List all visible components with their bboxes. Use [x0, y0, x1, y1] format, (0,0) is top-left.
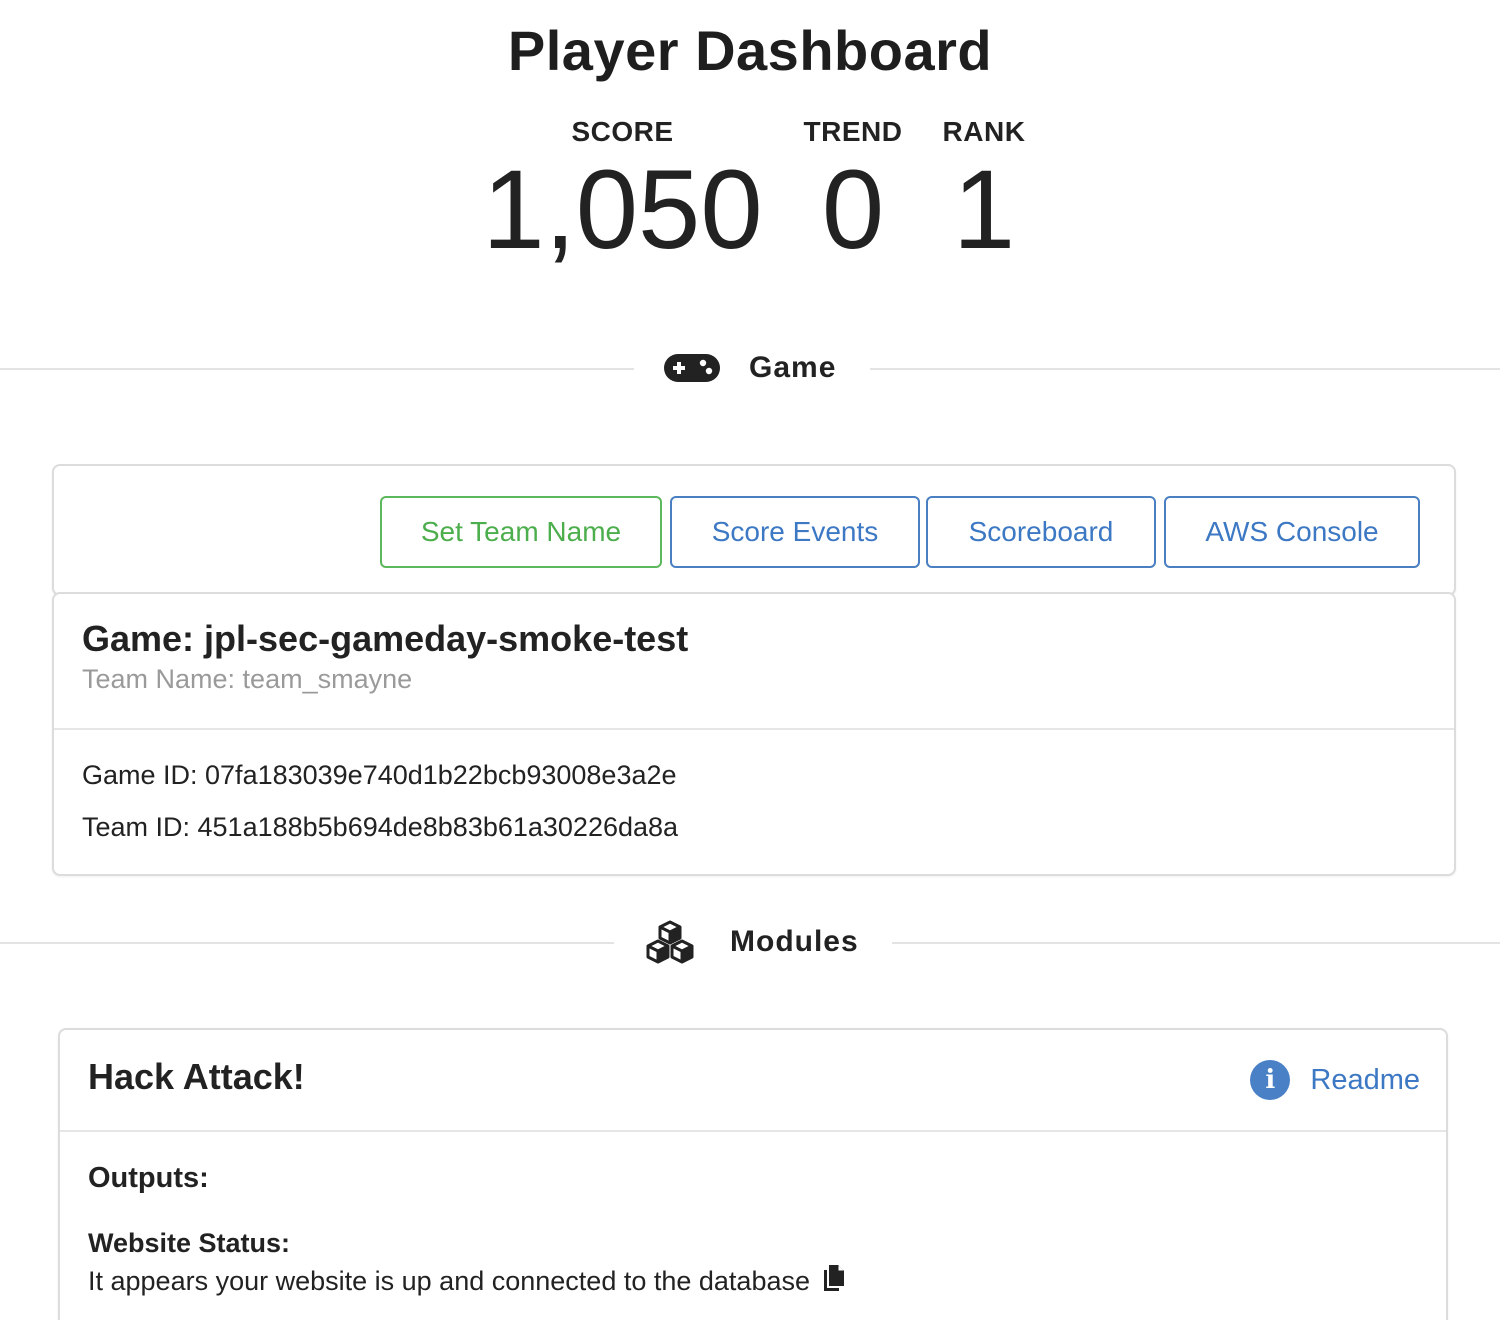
divider-line — [0, 942, 614, 944]
module-card: Hack Attack! i Readme Outputs: Website S… — [58, 1028, 1448, 1320]
divider-line — [0, 368, 634, 370]
game-info-card: Game: jpl-sec-gameday-smoke-test Team Na… — [52, 592, 1456, 876]
game-section-divider: Game — [0, 338, 1500, 398]
info-icon: i — [1250, 1060, 1291, 1100]
modules-section-title: Modules — [730, 925, 859, 958]
team-name: Team Name: team_smayne — [82, 664, 413, 694]
game-section-title: Game — [749, 351, 837, 384]
game-id: Game ID: 07fa183039e740d1b22bcb93008e3a2… — [82, 760, 677, 790]
score-value: 1,050 — [482, 147, 763, 272]
team-id: Team ID: 451a188b5b694de8b83b61a30226da8… — [82, 812, 679, 842]
module-title: Hack Attack! — [88, 1056, 305, 1097]
readme-link[interactable]: i Readme — [1250, 1058, 1420, 1102]
score-events-button[interactable]: Score Events — [670, 496, 920, 568]
game-title: Game: jpl-sec-gameday-smoke-test — [82, 618, 689, 659]
trend-label: TREND — [803, 116, 903, 147]
trend-stat: TREND 0 — [800, 116, 906, 266]
outputs-label: Outputs: — [88, 1162, 209, 1194]
gamepad-icon — [663, 352, 721, 384]
rank-stat: RANK 1 — [936, 116, 1032, 266]
module-header: Hack Attack! i Readme — [60, 1030, 1446, 1132]
rank-value: 1 — [952, 147, 1016, 272]
game-info-header: Game: jpl-sec-gameday-smoke-test Team Na… — [54, 594, 1454, 730]
website-status-row: It appears your website is up and connec… — [88, 1264, 846, 1299]
trend-value: 0 — [821, 147, 885, 272]
score-stat: SCORE 1,050 — [480, 116, 765, 266]
scoreboard-button[interactable]: Scoreboard — [926, 496, 1156, 568]
aws-console-button[interactable]: AWS Console — [1164, 496, 1420, 568]
website-status-label: Website Status: — [88, 1228, 291, 1258]
player-dashboard-page: Player Dashboard SCORE 1,050 TREND 0 RAN… — [0, 0, 1500, 1320]
divider-line — [870, 368, 1500, 370]
modules-section-divider: Modules — [0, 912, 1500, 972]
divider-line — [892, 942, 1500, 944]
score-label: SCORE — [571, 116, 674, 147]
cubes-icon — [646, 920, 694, 964]
rank-label: RANK — [942, 116, 1026, 147]
set-team-name-button[interactable]: Set Team Name — [380, 496, 662, 568]
modules-section-heading: Modules — [646, 912, 859, 972]
game-toolbar: Set Team Name Score Events Scoreboard AW… — [52, 464, 1456, 596]
page-title: Player Dashboard — [507, 19, 993, 82]
readme-label: Readme — [1310, 1063, 1420, 1096]
copy-icon[interactable] — [822, 1264, 846, 1299]
website-status-text: It appears your website is up and connec… — [88, 1266, 810, 1296]
game-section-heading: Game — [663, 338, 836, 398]
